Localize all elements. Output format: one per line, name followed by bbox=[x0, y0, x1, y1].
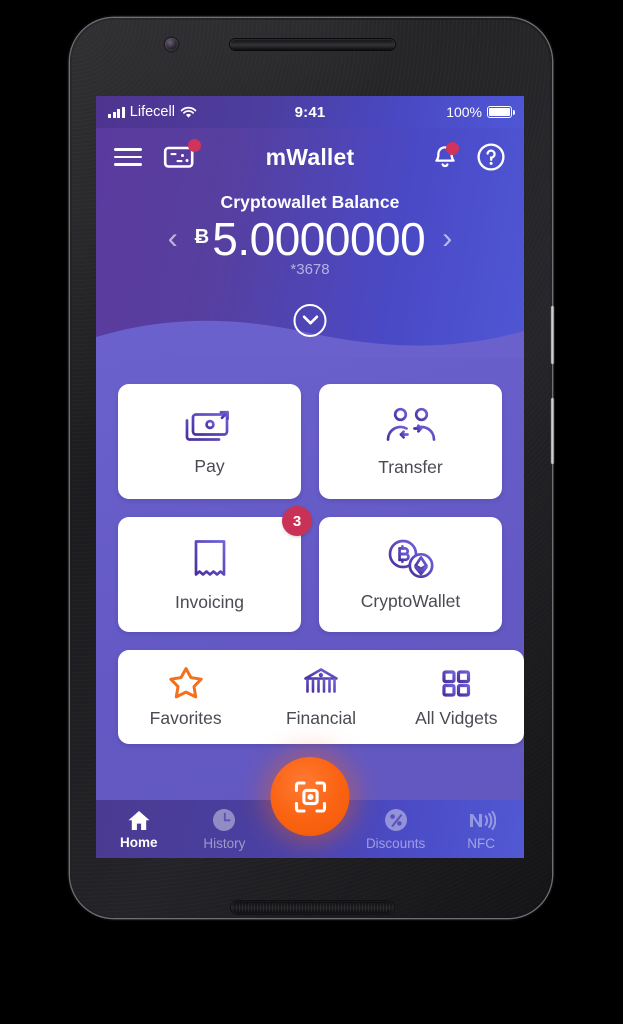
home-button-bar[interactable] bbox=[231, 901, 394, 914]
grid-squares-icon bbox=[437, 665, 475, 701]
status-bar-right: 100% bbox=[446, 104, 516, 120]
action-card-invoicing[interactable]: 3 Invoicing bbox=[118, 506, 312, 632]
battery-percent-label: 100% bbox=[446, 104, 482, 120]
currency-symbol: Ƀ bbox=[194, 226, 210, 248]
power-button[interactable] bbox=[551, 398, 554, 464]
bank-building-icon bbox=[302, 665, 340, 701]
home-icon bbox=[128, 810, 150, 830]
nfc-waves-icon bbox=[470, 810, 497, 830]
percent-icon bbox=[384, 809, 407, 831]
screenshot-stage: Lifecell 9:41 100% mWallet Cryptowallet … bbox=[0, 0, 623, 1024]
card-label: Transfer bbox=[378, 456, 443, 477]
account-mask: *3678 bbox=[290, 261, 330, 279]
cards-notification-dot bbox=[188, 139, 201, 152]
widgets-row[interactable]: Favorites Financial All Vidgets bbox=[118, 650, 524, 744]
two-people-swap-icon bbox=[384, 406, 438, 448]
balance-amount: Ƀ 5.0000000 bbox=[194, 213, 426, 265]
card-label: CryptoWallet bbox=[360, 590, 461, 611]
tab-discounts[interactable]: Discounts bbox=[353, 807, 439, 851]
qr-scan-icon bbox=[294, 780, 326, 813]
star-outline-icon bbox=[167, 665, 205, 701]
widget-all-vidgets[interactable]: All Vidgets bbox=[389, 665, 524, 729]
banknotes-arrow-icon bbox=[183, 407, 237, 447]
action-card-pay[interactable]: Pay bbox=[118, 384, 301, 499]
card-label: Pay bbox=[194, 455, 225, 476]
earpiece-speaker bbox=[230, 39, 395, 50]
balance-row: ‹ Ƀ 5.0000000 › bbox=[96, 213, 524, 265]
tab-label: Discounts bbox=[365, 836, 426, 851]
invoice-receipt-icon bbox=[189, 537, 231, 583]
status-bar: Lifecell 9:41 100% bbox=[96, 96, 524, 128]
app-bar-actions bbox=[433, 141, 506, 172]
battery-icon bbox=[487, 106, 516, 118]
question-mark-help-icon[interactable] bbox=[476, 142, 506, 172]
phone-screen: Lifecell 9:41 100% mWallet Cryptowallet … bbox=[96, 96, 524, 858]
balance-value: 5.0000000 bbox=[212, 213, 426, 265]
main-content: Pay Transfer 3 Invoicing CryptoWallet Fa… bbox=[96, 358, 524, 858]
balance-carousel: Cryptowallet Balance ‹ Ƀ 5.0000000 › *36… bbox=[96, 186, 524, 278]
notification-bell-icon[interactable] bbox=[433, 141, 459, 171]
bell-notification-dot bbox=[446, 141, 459, 155]
card-label: Invoicing bbox=[174, 591, 245, 612]
widget-label: Financial bbox=[285, 708, 356, 728]
tab-history[interactable]: History bbox=[182, 807, 268, 851]
prev-wallet-arrow[interactable]: ‹ bbox=[155, 224, 191, 254]
tab-label: Home bbox=[120, 834, 158, 850]
widget-label: Favorites bbox=[149, 708, 222, 728]
action-card-transfer[interactable]: Transfer bbox=[319, 384, 502, 499]
action-card-grid: Pay Transfer 3 Invoicing CryptoWallet bbox=[118, 384, 502, 632]
volume-button[interactable] bbox=[551, 306, 554, 364]
next-wallet-arrow[interactable]: › bbox=[429, 224, 465, 254]
tab-label: History bbox=[203, 836, 246, 851]
bitcoin-ethereum-coins-icon bbox=[384, 538, 438, 582]
tab-label: NFC bbox=[467, 835, 496, 851]
widget-label: All Vidgets bbox=[415, 708, 498, 728]
tab-nfc[interactable]: NFC bbox=[438, 808, 524, 851]
balance-label: Cryptowallet Balance bbox=[220, 192, 400, 212]
clock-icon bbox=[213, 809, 236, 831]
widget-financial[interactable]: Financial bbox=[253, 665, 388, 729]
action-card-cryptowallet[interactable]: CryptoWallet bbox=[319, 517, 502, 632]
app-bar: mWallet bbox=[96, 128, 524, 186]
widget-favorites[interactable]: Favorites bbox=[118, 665, 253, 729]
front-camera bbox=[165, 38, 178, 51]
qr-scan-button[interactable] bbox=[270, 757, 350, 836]
hamburger-menu-icon[interactable] bbox=[114, 148, 142, 166]
tab-home[interactable]: Home bbox=[96, 809, 182, 850]
invoicing-count-badge: 3 bbox=[282, 506, 312, 536]
chevron-down-circle-icon[interactable] bbox=[293, 304, 327, 337]
bank-card-icon[interactable] bbox=[163, 139, 201, 170]
